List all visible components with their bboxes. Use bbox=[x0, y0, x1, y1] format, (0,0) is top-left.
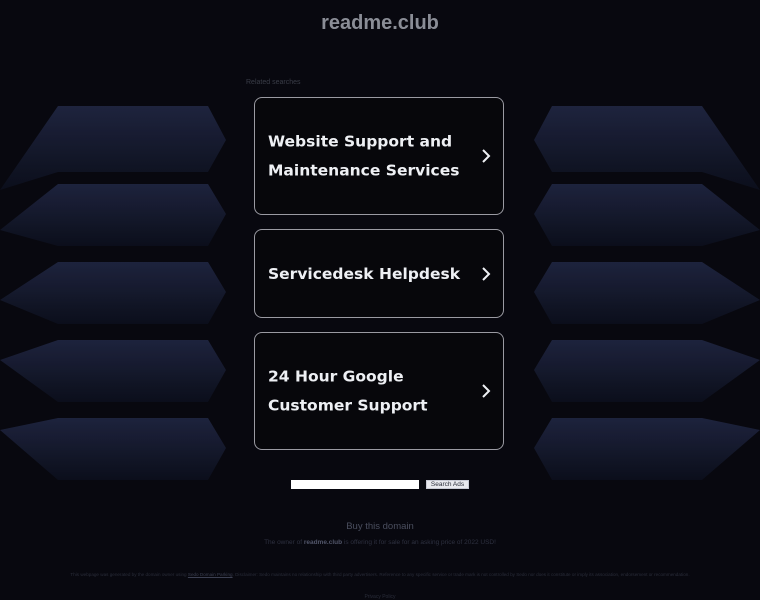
right-decor-shapes bbox=[534, 106, 760, 480]
chevron-right-icon bbox=[482, 266, 491, 281]
related-link-label: 24 Hour Google Customer Support bbox=[268, 367, 428, 415]
chevron-right-icon bbox=[482, 384, 491, 398]
buy-domain-link[interactable]: Buy this domain bbox=[0, 521, 760, 532]
sale-domain: readme.club bbox=[303, 539, 343, 546]
related-link-label: Website Support and Maintenance Services bbox=[268, 132, 460, 180]
disclaimer-prefix: This webpage was generated by the domain… bbox=[70, 572, 187, 577]
related-link-website-support[interactable]: Website Support and Maintenance Services bbox=[254, 97, 504, 215]
domain-title: readme.club bbox=[321, 12, 439, 34]
sale-suffix: is offering it for sale for an asking pr… bbox=[343, 539, 496, 546]
sale-prefix: The owner of bbox=[264, 539, 302, 546]
parked-domain-page: readme.club Related searches Website Sup… bbox=[0, 0, 760, 600]
sedo-parking-link[interactable]: Sedo Domain Parking bbox=[188, 572, 233, 577]
chevron-right-icon bbox=[482, 149, 491, 163]
related-link-24-hour-support[interactable]: 24 Hour Google Customer Support bbox=[254, 332, 504, 450]
disclaimer-suffix: . Disclaimer: Sedo maintains no relation… bbox=[232, 572, 690, 577]
search-ads-button[interactable]: Search Ads bbox=[426, 480, 469, 489]
sale-notice: The owner of readme.club is offering it … bbox=[0, 539, 760, 546]
privacy-policy-link[interactable]: Privacy Policy bbox=[0, 594, 760, 600]
left-decor-shapes bbox=[0, 106, 226, 480]
related-link-servicedesk-helpdesk[interactable]: Servicedesk Helpdesk bbox=[254, 229, 504, 318]
related-link-label: Servicedesk Helpdesk bbox=[268, 264, 461, 283]
disclaimer: This webpage was generated by the domain… bbox=[40, 572, 720, 578]
search-input[interactable] bbox=[291, 480, 419, 489]
related-searches-label: Related searches bbox=[246, 79, 301, 86]
